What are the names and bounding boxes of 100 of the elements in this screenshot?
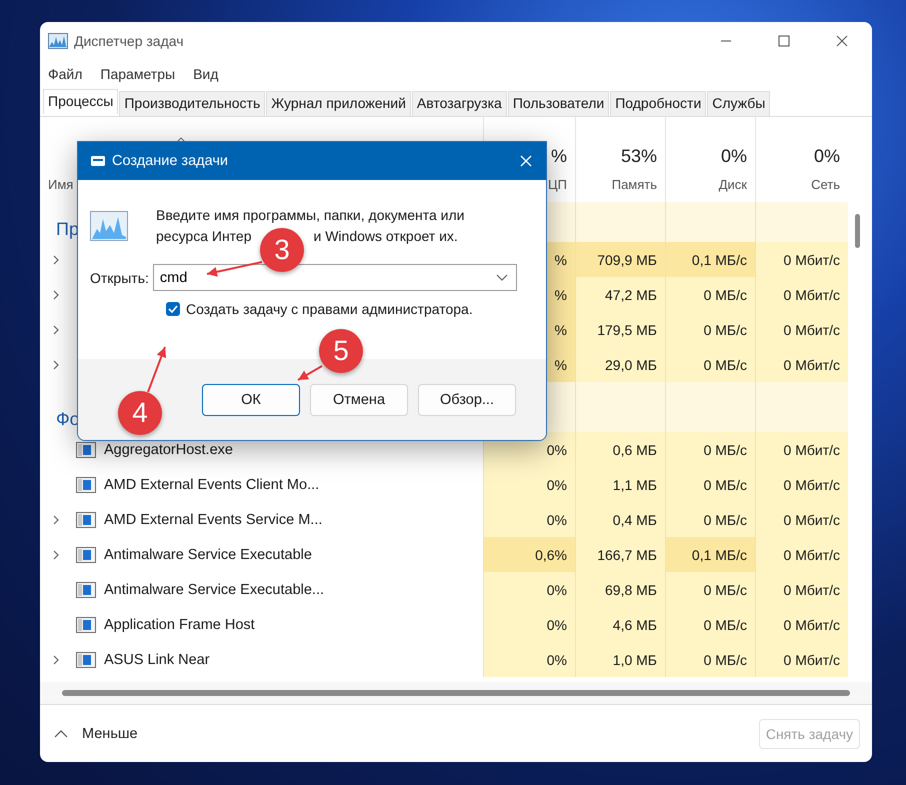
table-cell: 29,0 МБ — [575, 347, 665, 382]
column-header[interactable]: Имя — [48, 177, 74, 192]
process-name: ASUS Link Near — [104, 652, 210, 668]
dropdown-chevron-icon[interactable] — [496, 274, 508, 282]
table-cell: 0 МБ/с — [665, 432, 755, 467]
column-total: % — [550, 146, 567, 167]
horizontal-scrollbar[interactable] — [62, 690, 850, 696]
tab[interactable]: Пользователи — [508, 91, 610, 116]
table-cell: 166,7 МБ — [575, 537, 665, 572]
dialog-button[interactable]: Обзор... — [418, 384, 516, 416]
table-cell: 0 МБ/с — [665, 277, 755, 312]
table-cell: 0 Мбит/с — [755, 607, 848, 642]
dialog-title: Создание задачи — [112, 153, 228, 169]
table-cell: 0% — [483, 642, 575, 677]
run-icon — [90, 155, 106, 167]
maximize-icon[interactable] — [778, 35, 790, 47]
table-cell: 0% — [483, 502, 575, 537]
table-cell: 0 Мбит/с — [755, 347, 848, 382]
column-header[interactable]: Сеть — [811, 177, 840, 192]
open-field[interactable]: cmd — [152, 264, 517, 291]
tab[interactable]: Производительность — [119, 91, 266, 116]
table-cell: 0 Мбит/с — [755, 432, 848, 467]
table-cell: 0,6 МБ — [575, 432, 665, 467]
prompt-text: и Windows откроет их. — [314, 228, 458, 244]
menu-item[interactable]: Параметры — [100, 66, 176, 82]
process-name: Antimalware Service Executable... — [104, 582, 324, 598]
table-cell: 0 Мбит/с — [755, 312, 848, 347]
table-cell: 0 МБ/с — [665, 642, 755, 677]
prompt-text: Введите имя программы, папки, документа или — [156, 207, 464, 223]
table-cell: 4,6 МБ — [575, 607, 665, 642]
table-cell: 0 МБ/с — [665, 502, 755, 537]
annotation-arrow — [206, 261, 262, 277]
process-name: AggregatorHost.exe — [104, 442, 233, 458]
table-cell: 0 МБ/с — [665, 572, 755, 607]
tab[interactable]: Журнал приложений — [266, 91, 411, 116]
app-window-icon — [76, 616, 96, 632]
checkbox-label: Создать задачу с правами администратора. — [186, 301, 473, 317]
table-cell: 0 МБ/с — [665, 607, 755, 642]
table-cell: 0,1 МБ/с — [665, 537, 755, 572]
process-name: Antimalware Service Executable — [104, 546, 312, 562]
table-cell: 1,0 МБ — [575, 642, 665, 677]
menu-item[interactable]: Файл — [48, 66, 82, 82]
app-window-icon — [76, 476, 96, 492]
expand-chevron-icon[interactable] — [52, 288, 60, 300]
table-cell: 0% — [483, 572, 575, 607]
chart-icon — [48, 33, 68, 49]
menu-item[interactable]: Вид — [193, 66, 218, 82]
chart-icon — [90, 211, 128, 241]
close-icon[interactable] — [836, 35, 848, 47]
app-window-icon — [76, 546, 96, 562]
app-window-icon — [76, 582, 96, 598]
tab[interactable]: Процессы — [43, 89, 118, 114]
expand-chevron-icon[interactable] — [52, 324, 60, 336]
open-label: Открыть: — [90, 270, 149, 286]
app-window-icon — [76, 512, 96, 528]
column-header[interactable]: Память — [612, 177, 657, 192]
column-header[interactable]: Диск — [718, 177, 747, 192]
table-cell: 709,9 МБ — [575, 242, 665, 277]
expand-chevron-icon[interactable] — [52, 254, 60, 266]
column-total: 53% — [620, 146, 657, 167]
table-cell: 0 Мбит/с — [755, 242, 848, 277]
table-cell: 47,2 МБ — [575, 277, 665, 312]
table-cell: 0,1 МБ/с — [665, 242, 755, 277]
app-window-icon — [76, 652, 96, 668]
vertical-scrollbar[interactable] — [855, 214, 860, 248]
table-cell: 0 Мбит/с — [755, 502, 848, 537]
admin-checkbox[interactable] — [166, 302, 180, 316]
column-total: 0% — [720, 146, 747, 167]
fewer-details-button[interactable]: Меньше — [54, 722, 138, 746]
table-cell: 0 Мбит/с — [755, 642, 848, 677]
annotation-arrow — [147, 346, 166, 392]
expand-chevron-icon[interactable] — [52, 358, 60, 370]
column-total: 0% — [814, 146, 840, 167]
tab[interactable]: Подробности — [610, 91, 706, 116]
caret-up-icon — [54, 730, 68, 738]
column-header[interactable]: ЦП — [548, 177, 567, 192]
process-name: AMD External Events Service M... — [104, 512, 322, 528]
process-name: Application Frame Host — [104, 616, 255, 632]
tab[interactable]: Службы — [707, 91, 770, 116]
table-cell: 69,8 МБ — [575, 572, 665, 607]
dialog-button[interactable]: Отмена — [310, 384, 408, 416]
dialog-button[interactable]: ОК — [202, 384, 300, 416]
expand-chevron-icon[interactable] — [52, 654, 60, 666]
table-cell: 0 МБ/с — [665, 347, 755, 382]
table-cell: 179,5 МБ — [575, 312, 665, 347]
prompt-text: ресурса Интер — [156, 228, 252, 244]
table-cell: 1,1 МБ — [575, 467, 665, 502]
process-name: AMD External Events Client Mo... — [104, 476, 320, 492]
table-cell: 0 МБ/с — [665, 312, 755, 347]
expand-chevron-icon[interactable] — [52, 514, 60, 526]
tab[interactable]: Автозагрузка — [412, 91, 507, 116]
expand-chevron-icon[interactable] — [52, 548, 60, 560]
table-cell: 0 МБ/с — [665, 467, 755, 502]
table-cell: 0% — [483, 467, 575, 502]
table-cell: 0 Мбит/с — [755, 277, 848, 312]
table-cell: 0 Мбит/с — [755, 572, 848, 607]
table-cell: 0% — [483, 607, 575, 642]
annotation-arrow — [298, 365, 322, 381]
table-cell: 0,6% — [483, 537, 575, 572]
table-cell: 0 Мбит/с — [755, 467, 848, 502]
